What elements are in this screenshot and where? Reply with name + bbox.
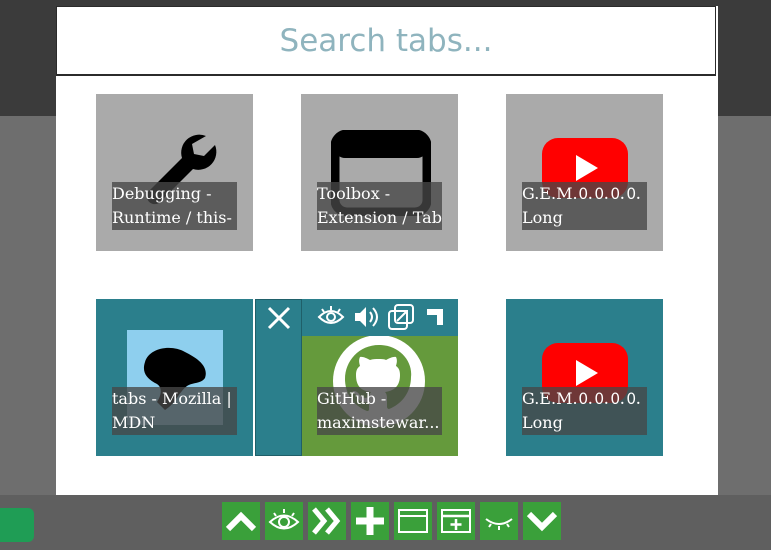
eye-icon [268, 509, 300, 530]
tab-switcher-panel: Debugging - Runtime / this- Toolbox - Ex… [56, 6, 718, 495]
search-tabs-input[interactable] [56, 6, 716, 76]
tab-controls [301, 299, 458, 336]
tab-title: G.E.M.🄀🄀🄀🄀 Long [522, 182, 647, 230]
eye-icon[interactable] [317, 305, 345, 329]
tab-title: G.E.M.🄀🄀🄀🄀 Long [522, 387, 647, 435]
hide-button[interactable] [480, 502, 518, 540]
bottom-toolbar [222, 502, 561, 540]
fast-forward-button[interactable] [308, 502, 346, 540]
tab-tile-toolbox[interactable]: Toolbox - Extension / Tab [301, 94, 458, 251]
tab-title: tabs - Mozilla | MDN [112, 387, 237, 435]
tab-tile-github[interactable]: GitHub - maximstewar... [301, 299, 458, 456]
eye-closed-icon [485, 518, 513, 530]
tab-tile-youtube-2[interactable]: G.E.M.🄀🄀🄀🄀 Long [506, 299, 663, 456]
scroll-up-button[interactable] [222, 502, 260, 540]
tab-title: Debugging - Runtime / this- [112, 182, 237, 230]
chevron-down-icon [526, 511, 558, 532]
tab-title: Toolbox - Extension / Tab [317, 182, 442, 230]
open-copy-icon[interactable] [387, 303, 415, 331]
plus-icon [356, 507, 384, 535]
background-green-button [0, 508, 34, 542]
background-page-right [718, 116, 771, 550]
chevron-up-icon [225, 511, 257, 532]
double-chevron-right-icon [312, 507, 341, 535]
corner-icon[interactable] [425, 307, 445, 327]
speaker-icon[interactable] [353, 305, 379, 329]
new-window-button[interactable] [437, 502, 475, 540]
show-hidden-button[interactable] [265, 502, 303, 540]
background-page-left [0, 116, 56, 550]
window-icon [398, 509, 428, 533]
tab-title: GitHub - maximstewar... [317, 387, 442, 435]
tab-tile-youtube-1[interactable]: G.E.M.🄀🄀🄀🄀 Long [506, 94, 663, 251]
new-window-icon [441, 509, 471, 533]
close-icon[interactable] [266, 305, 292, 331]
scroll-down-button[interactable] [523, 502, 561, 540]
tab-tile-mdn[interactable]: tabs - Mozilla | MDN [96, 299, 253, 456]
tab-close-bar[interactable] [255, 299, 302, 456]
tab-tile-debugging[interactable]: Debugging - Runtime / this- [96, 94, 253, 251]
new-tab-button[interactable] [351, 502, 389, 540]
window-button[interactable] [394, 502, 432, 540]
